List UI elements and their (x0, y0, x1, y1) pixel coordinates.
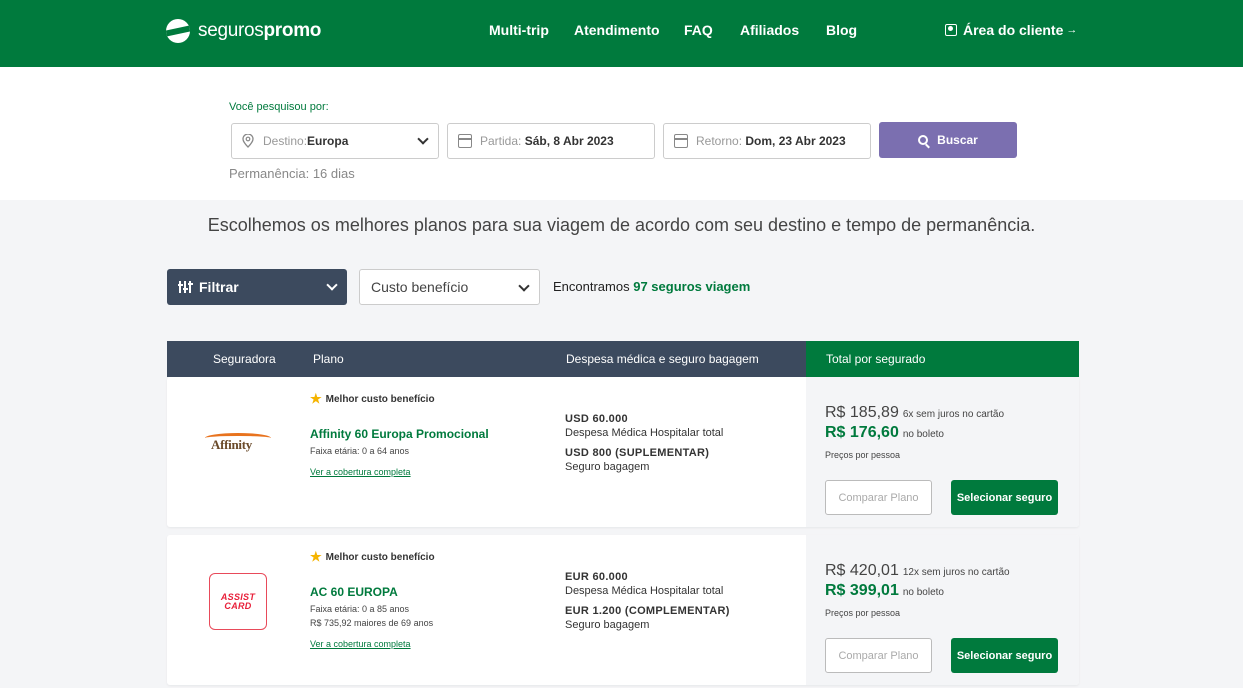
calendar-icon (674, 134, 688, 148)
results-count-value: 97 seguros viagem (633, 279, 751, 294)
coverage-link[interactable]: Ver a cobertura completa (310, 639, 411, 649)
logo[interactable]: segurospromo (166, 18, 321, 44)
return-date-field[interactable]: Retorno: Dom, 23 Abr 2023 (663, 123, 871, 159)
plan-age-range: Faixa etária: 0 a 64 anos (310, 446, 410, 456)
nav-faq[interactable]: FAQ (684, 22, 713, 38)
per-person-note: Preços por pessoa (825, 608, 901, 618)
filter-button[interactable]: Filtrar (167, 269, 347, 305)
chevron-down-icon (518, 280, 530, 292)
plan-extra-price: R$ 735,92 maiores de 69 anos (310, 618, 434, 628)
compare-plan-button[interactable]: Comparar Plano (825, 638, 932, 673)
chevron-down-icon (417, 133, 429, 145)
medical-label: Despesa Médica Hospitalar total (565, 427, 724, 439)
star-icon: ★ (310, 549, 322, 564)
col-total-container: Total por segurado (806, 341, 1079, 377)
best-value-badge: ★ Melhor custo benefício (310, 549, 435, 564)
departure-date-field[interactable]: Partida: Sáb, 8 Abr 2023 (447, 123, 655, 159)
plan-age-range: Faixa etária: 0 a 85 anos (310, 604, 410, 614)
price-panel: R$ 420,01 12x sem juros no cartão R$ 399,… (806, 535, 1079, 685)
client-area-link[interactable]: Área do cliente → (945, 22, 1077, 38)
affinity-logo: Affinity (205, 433, 271, 457)
star-icon: ★ (310, 391, 322, 406)
user-icon (945, 24, 957, 36)
price-card: R$ 185,89 6x sem juros no cartão (825, 404, 1005, 421)
baggage-label: Seguro bagagem (565, 619, 650, 631)
departure-value: Sáb, 8 Abr 2023 (524, 134, 614, 148)
price-boleto: R$ 176,60 no boleto (825, 424, 944, 441)
coverage-link[interactable]: Ver a cobertura completa (310, 467, 411, 477)
results-table-header: Seguradora Plano Despesa médica e seguro… (167, 341, 1079, 377)
medical-label: Despesa Médica Hospitalar total (565, 585, 724, 597)
return-prefix: Retorno: (696, 134, 743, 148)
plan-name[interactable]: Affinity 60 Europa Promocional (310, 427, 489, 441)
page-headline: Escolhemos os melhores planos para sua v… (207, 215, 1036, 235)
top-bar: segurospromo Multi-trip Atendimento FAQ … (0, 0, 1243, 67)
search-button[interactable]: Buscar (879, 122, 1017, 158)
assist-card-logo: ASSIST CARD (209, 573, 267, 630)
select-insurance-button[interactable]: Selecionar seguro (951, 480, 1058, 515)
return-value: Dom, 23 Abr 2023 (745, 134, 846, 148)
nav-atendimento[interactable]: Atendimento (574, 22, 660, 38)
compare-plan-button[interactable]: Comparar Plano (825, 480, 932, 515)
col-plano: Plano (313, 352, 344, 366)
destination-prefix: Destino: (263, 134, 308, 148)
logo-text: segurospromo (198, 20, 322, 41)
chevron-down-icon (326, 279, 338, 291)
nav-multi-trip[interactable]: Multi-trip (489, 22, 549, 38)
search-icon (918, 135, 929, 145)
arrow-right-icon: → (1066, 24, 1078, 36)
stay-duration: Permanência: 16 dias (229, 166, 355, 181)
filter-label: Filtrar (199, 279, 239, 295)
per-person-note: Preços por pessoa (825, 450, 901, 460)
nav-blog[interactable]: Blog (826, 22, 857, 38)
search-panel: Você pesquisou por: Destino: Europa Parti… (0, 67, 1243, 200)
medical-value: EUR 60.000 (565, 571, 628, 583)
price-card: R$ 420,01 12x sem juros no cartão (825, 562, 1010, 579)
plan-card: ASSIST CARD ★ Melhor custo benefício AC … (167, 535, 1079, 685)
plan-card: Affinity ★ Melhor custo benefício Affini… (167, 377, 1079, 527)
search-label: Você pesquisou por: (229, 101, 329, 113)
search-button-label: Buscar (937, 133, 978, 147)
calendar-icon (458, 134, 472, 148)
sort-select[interactable]: Custo benefício (359, 269, 540, 305)
client-area-label: Área do cliente (963, 22, 1064, 38)
sliders-icon (177, 281, 193, 293)
sort-value: Custo benefício (371, 279, 469, 295)
baggage-value: USD 800 (SUPLEMENTAR) (565, 447, 710, 459)
location-pin-icon (242, 134, 254, 148)
plan-name[interactable]: AC 60 EUROPA (310, 585, 398, 599)
col-despesa: Despesa médica e seguro bagagem (566, 352, 759, 366)
price-boleto: R$ 399,01 no boleto (825, 582, 944, 599)
medical-value: USD 60.000 (565, 413, 628, 425)
results-count: Encontramos 97 seguros viagem (553, 279, 751, 294)
baggage-label: Seguro bagagem (565, 461, 650, 473)
logo-icon (166, 19, 190, 43)
price-panel: R$ 185,89 6x sem juros no cartão R$ 176,6… (806, 377, 1079, 527)
destination-select[interactable]: Destino: Europa (231, 123, 439, 159)
col-seguradora: Seguradora (213, 352, 276, 366)
baggage-value: EUR 1.200 (COMPLEMENTAR) (565, 605, 730, 617)
destination-value: Europa (307, 134, 349, 148)
nav-afiliados[interactable]: Afiliados (740, 22, 799, 38)
best-value-badge: ★ Melhor custo benefício (310, 391, 435, 406)
select-insurance-button[interactable]: Selecionar seguro (951, 638, 1058, 673)
col-total: Total por segurado (826, 352, 926, 366)
departure-prefix: Partida: (480, 134, 522, 148)
